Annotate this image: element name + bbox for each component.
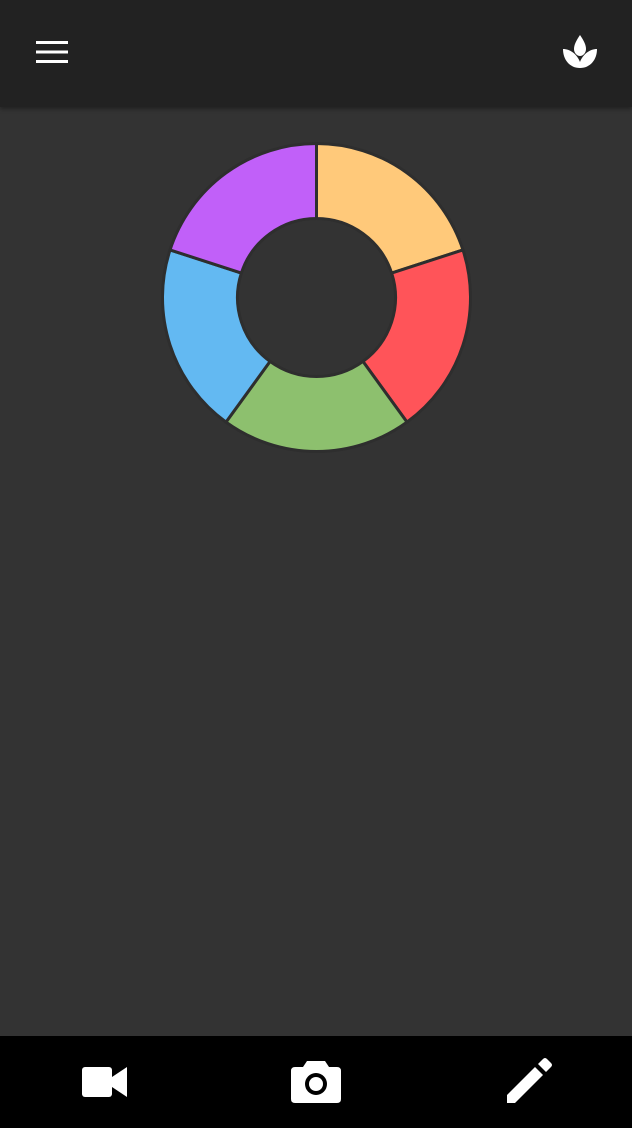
bottom-toolbar	[0, 1036, 632, 1128]
donut-slice-1	[315, 142, 465, 275]
donut-chart	[160, 141, 473, 454]
photo-camera-icon	[291, 1061, 341, 1103]
take-photo-button[interactable]	[275, 1048, 357, 1114]
lotus-button[interactable]	[548, 22, 612, 82]
hamburger-menu-icon	[36, 41, 68, 63]
pencil-icon	[507, 1058, 552, 1103]
app-screen	[0, 0, 632, 1128]
donut-slice-5	[168, 142, 318, 275]
lotus-icon	[563, 35, 597, 68]
draw-button[interactable]	[488, 1048, 570, 1114]
menu-button[interactable]	[20, 22, 84, 82]
top-app-bar	[0, 0, 632, 107]
video-camera-icon	[82, 1067, 127, 1097]
donut-chart-svg	[161, 142, 472, 453]
record-video-button[interactable]	[64, 1052, 146, 1112]
